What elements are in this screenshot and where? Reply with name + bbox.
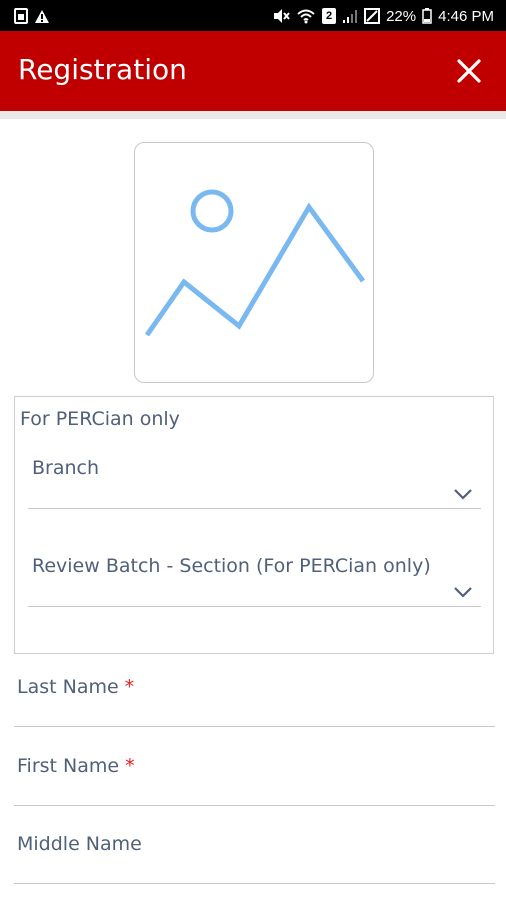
first-name-label-text: First Name bbox=[17, 755, 120, 777]
image-placeholder-icon bbox=[144, 189, 366, 337]
last-name-field[interactable]: Last Name * bbox=[14, 667, 495, 727]
screenshot-notification-icon bbox=[14, 8, 28, 24]
last-name-label: Last Name * bbox=[17, 676, 134, 698]
required-mark: * bbox=[124, 676, 135, 698]
last-name-label-text: Last Name bbox=[17, 676, 119, 698]
app-bar: Registration bbox=[0, 31, 506, 111]
percian-only-group: For PERCian only Branch Review Batch - S… bbox=[14, 396, 494, 654]
battery-percent: 22% bbox=[386, 7, 417, 25]
no-sim-signal-icon bbox=[364, 8, 381, 24]
branch-select[interactable]: Branch bbox=[28, 449, 481, 509]
middle-name-field[interactable]: Middle Name bbox=[14, 824, 495, 884]
review-batch-select[interactable]: Review Batch - Section (For PERCian only… bbox=[28, 547, 481, 607]
first-name-field[interactable]: First Name * bbox=[14, 746, 495, 806]
battery-icon bbox=[422, 8, 432, 24]
warning-icon bbox=[34, 9, 50, 24]
close-button[interactable] bbox=[454, 56, 484, 86]
wifi-icon bbox=[296, 8, 316, 24]
chevron-down-icon bbox=[454, 587, 472, 598]
middle-name-label: Middle Name bbox=[17, 833, 142, 855]
signal-icon bbox=[342, 8, 358, 24]
review-batch-label: Review Batch - Section (For PERCian only… bbox=[32, 555, 431, 577]
profile-photo-picker[interactable] bbox=[134, 142, 374, 383]
close-icon bbox=[457, 59, 481, 83]
status-bar: 2 22% 4:46 PM bbox=[0, 0, 506, 31]
group-label: For PERCian only bbox=[20, 408, 180, 430]
branch-label: Branch bbox=[32, 457, 100, 479]
page-title: Registration bbox=[18, 53, 187, 86]
mute-icon bbox=[272, 8, 290, 24]
sim-icon: 2 bbox=[322, 8, 337, 24]
app-bar-shadow bbox=[0, 111, 506, 119]
first-name-label: First Name * bbox=[17, 755, 135, 777]
clock-time: 4:46 PM bbox=[438, 7, 494, 25]
chevron-down-icon bbox=[454, 489, 472, 500]
required-mark: * bbox=[125, 755, 135, 777]
